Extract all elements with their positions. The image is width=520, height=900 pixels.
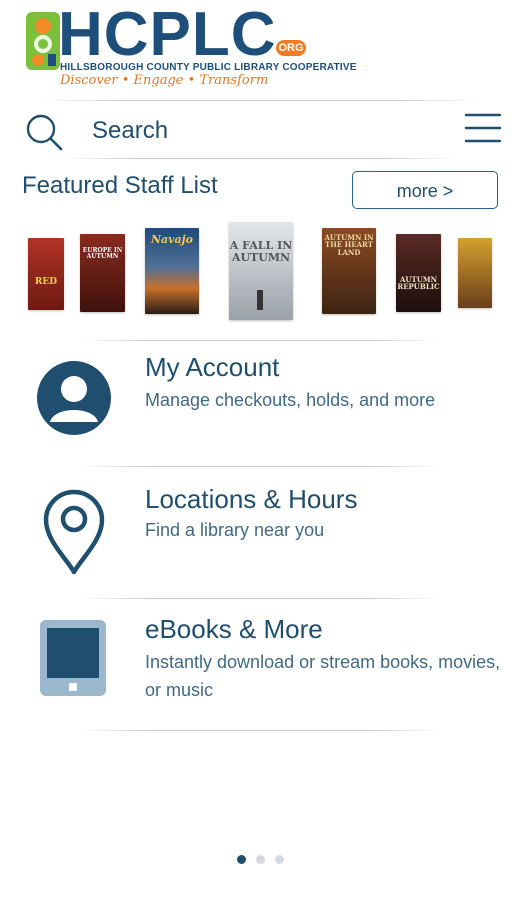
- location-pin-icon: [43, 489, 105, 575]
- book-title: Navajo: [150, 233, 194, 246]
- book-cover-4[interactable]: A FALL IN AUTUMN: [229, 222, 293, 320]
- divider: [80, 598, 440, 599]
- nav-item-locations-hours[interactable]: Locations & Hours Find a library near yo…: [0, 470, 520, 594]
- page-indicator: [0, 851, 520, 864]
- divider: [40, 100, 480, 101]
- hamburger-menu-icon[interactable]: [464, 110, 502, 146]
- book-title: AUTUMN IN THE HEART LAND: [324, 233, 374, 257]
- logo-wordmark: HCPLC: [58, 0, 277, 69]
- book-carousel[interactable]: RED EUROPE IN AUTUMN Navajo A FALL IN AU…: [0, 220, 520, 330]
- book-title: A FALL IN AUTUMN: [229, 239, 293, 264]
- search-input[interactable]: [92, 114, 432, 148]
- nav-item-description: Manage checkouts, holds, and more: [145, 390, 436, 410]
- search-icon[interactable]: [24, 112, 64, 152]
- search-bar: [0, 104, 520, 156]
- divider: [80, 466, 440, 467]
- divider: [60, 158, 460, 159]
- logo-subtitle: HILLSBOROUGH COUNTY PUBLIC LIBRARY COOPE…: [60, 62, 357, 73]
- book-cover-7[interactable]: [458, 238, 492, 308]
- book-cover-1[interactable]: RED: [28, 238, 64, 310]
- book-cover-2[interactable]: EUROPE IN AUTUMN: [80, 234, 125, 312]
- page-dot[interactable]: [255, 855, 265, 864]
- book-cover-6[interactable]: AUTUMN REPUBLIC: [396, 234, 441, 312]
- nav-item-description: Find a library near you: [145, 520, 325, 540]
- book-title: RED: [34, 277, 58, 287]
- nav-item-title: Locations & Hours: [145, 484, 358, 514]
- divider: [80, 340, 440, 341]
- divider: [80, 730, 440, 731]
- book-title: AUTUMN REPUBLIC: [397, 275, 440, 292]
- more-button[interactable]: more >: [352, 171, 498, 209]
- book-figure: [257, 290, 263, 310]
- book-cover-3[interactable]: Navajo: [145, 228, 199, 314]
- book-cover-5[interactable]: AUTUMN IN THE HEART LAND: [322, 228, 376, 314]
- book-title: EUROPE IN AUTUMN: [82, 247, 123, 261]
- logo-tagline: Discover • Engage • Transform: [60, 73, 269, 88]
- account-icon: [37, 361, 111, 435]
- page-dot-active[interactable]: [236, 855, 246, 864]
- nav-item-ebooks-more[interactable]: eBooks & More Instantly download or stre…: [0, 602, 520, 728]
- page-dot[interactable]: [274, 855, 284, 864]
- nav-item-my-account[interactable]: My Account Manage checkouts, holds, and …: [0, 344, 520, 464]
- nav-item-description: Instantly download or stream books, movi…: [145, 652, 501, 700]
- featured-section-title: Featured Staff List: [22, 172, 218, 199]
- nav-item-title: My Account: [145, 352, 280, 382]
- nav-item-title: eBooks & More: [145, 614, 323, 644]
- tablet-icon: [40, 620, 106, 696]
- library-logo-icon: [26, 12, 60, 70]
- app-header: HCPLC ORG HILLSBOROUGH COUNTY PUBLIC LIB…: [0, 0, 520, 96]
- logo-org-badge: ORG: [276, 40, 306, 56]
